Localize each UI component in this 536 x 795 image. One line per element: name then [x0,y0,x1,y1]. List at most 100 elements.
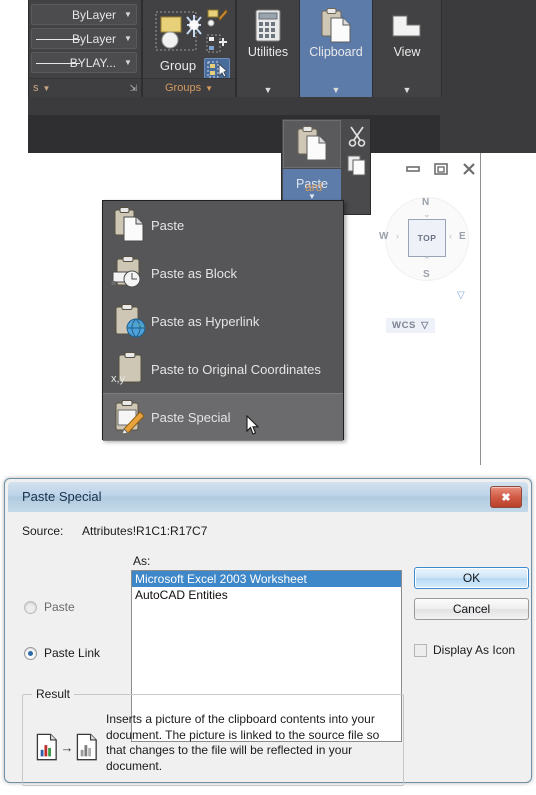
menu-item-paste[interactable]: Paste [103,201,343,249]
list-item[interactable]: Microsoft Excel 2003 Worksheet [132,571,401,587]
menu-item-paste-as-hyperlink[interactable]: Paste as Hyperlink [103,297,343,345]
cut-icon[interactable] [344,123,370,149]
add-to-group-icon[interactable] [204,32,230,56]
menu-item-label: Paste as Block [151,265,237,281]
drawing-tab-band [28,115,440,154]
clipboard-label: Clipboard [309,45,363,59]
chevron-down-icon[interactable]: ▼ [120,10,136,19]
viewcube[interactable]: TOP N S W E ⌄ ⌃ › ‹ ▽ [379,185,469,305]
menu-item-label: Paste [151,217,185,233]
svg-text:x,y: x,y [111,373,126,385]
display-as-icon-label: Display As Icon [433,643,516,657]
radio-paste-label: Paste [44,600,75,614]
properties-panel-title[interactable]: s ▼ ⇲ [29,78,141,97]
paste-to-original-coordinates-icon: x,y [107,349,151,389]
display-as-icon-checkbox-row[interactable]: Display As Icon [414,643,515,657]
close-icon[interactable]: ✖ [490,486,522,508]
ribbon-right-edge [440,0,536,115]
result-groupbox-legend: Result [32,687,75,701]
linetype-preview [36,39,80,40]
paste-button-icon[interactable] [283,120,341,168]
paste-dropdown-menu: Paste Paste as Block Paste as Hyperlink … [102,200,344,441]
viewcube-home-icon[interactable]: ▽ [457,290,465,301]
radio-paste[interactable]: Paste [24,600,75,614]
cancel-button[interactable]: Cancel [414,598,529,620]
copy-icon[interactable] [344,152,370,178]
view-label: View [393,45,421,59]
clipboard-panel[interactable]: Clipboard ▼ [299,0,373,97]
panel-expand-icon[interactable]: ⇲ [129,83,137,94]
group-button-label: Group [159,58,197,73]
restore-icon[interactable] [433,162,449,179]
viewcube-north-label[interactable]: N [422,197,429,208]
chevron-down-icon[interactable]: ▼ [43,84,51,93]
as-label: As: [133,554,151,568]
menu-item-paste-to-original-coordinates[interactable]: x,y Paste to Original Coordinates [103,345,343,393]
viewcube-west-label[interactable]: W [379,231,388,242]
utilities-panel[interactable]: Utilities ▼ [236,0,300,97]
menu-item-paste-special[interactable]: Paste Special [103,393,343,441]
list-item[interactable]: AutoCAD Entities [132,587,401,603]
chevron-down-icon[interactable]: ▼ [120,34,136,43]
ucs-label: WCS [392,320,416,331]
clipboard-panel-arrow-icon[interactable]: ▼ [300,85,372,95]
display-as-icon-checkbox[interactable] [414,643,427,657]
group-icon[interactable] [150,6,206,58]
viewcube-arrow-south-icon[interactable]: ⌃ [423,255,431,266]
viewcube-south-label[interactable]: S [423,269,430,280]
view-button[interactable]: View [373,6,441,66]
properties-panel: ByLayer ▼ ByLayer ▼ BYLAY... ▼ s ▼ ⇲ [28,0,142,97]
property-row-linetype[interactable]: ByLayer ▼ [31,28,137,49]
ok-button[interactable]: OK [414,567,529,589]
minimize-icon[interactable] [405,162,421,178]
group-panel-title[interactable]: Groups ▼ [143,78,235,97]
radio-paste-link-indicator[interactable] [24,646,37,660]
menu-item-label: Paste Special [151,409,231,425]
clipboard-icon [319,6,353,46]
radio-paste-link-label: Paste Link [44,646,101,660]
view-icon [390,6,424,46]
viewcube-arrow-west-icon[interactable]: › [396,231,399,241]
paste-special-dialog: Paste Special ✖ Source: Attributes!R1C1:… [4,478,532,786]
paste-special-icon [107,397,151,437]
viewcube-face[interactable]: TOP [408,219,446,257]
radio-paste-link[interactable]: Paste Link [24,646,100,660]
paste-icon [107,205,151,245]
viewcube-face-label: TOP [417,233,437,243]
chevron-down-icon[interactable]: ▽ [421,320,429,331]
source-label: Source: [22,524,64,538]
dialog-titlebar[interactable]: Paste Special ✖ [8,482,528,512]
lineweight-preview [36,63,80,64]
ucs-selector[interactable]: WCS ▽ [386,318,435,333]
drawing-tab-band-right [440,115,536,153]
chevron-down-icon[interactable]: ▼ [120,58,136,67]
ribbon: ByLayer ▼ ByLayer ▼ BYLAY... ▼ s ▼ ⇲ Gro… [0,0,536,115]
edit-group-icon[interactable] [204,6,230,30]
ribbon-left-edge [0,0,28,115]
view-panel-arrow-icon[interactable]: ▼ [373,85,441,95]
source-value: Attributes!R1C1:R17C7 [82,524,208,538]
utilities-panel-arrow-icon[interactable]: ▼ [237,85,299,95]
document-link-document-icon: → [36,730,98,764]
clipboard-button[interactable]: Clipboard [300,6,372,66]
paste-as-hyperlink-icon [107,301,151,341]
group-panel-title-label: Groups [165,82,202,94]
property-row-lineweight[interactable]: BYLAY... ▼ [31,52,137,73]
menu-item-paste-as-block[interactable]: Paste as Block [103,249,343,297]
view-panel[interactable]: View ▼ [372,0,442,97]
viewcube-arrow-east-icon[interactable]: ‹ [449,231,452,241]
radio-paste-indicator[interactable] [24,600,37,614]
menu-item-label: Paste as Hyperlink [151,313,260,329]
utilities-label: Utilities [247,45,289,59]
clipboard-panel-title-fragment: ard [305,180,323,194]
chevron-down-icon[interactable]: ▼ [205,84,213,93]
dialog-body: Source: Attributes!R1C1:R17C7 As: Paste … [8,512,529,786]
property-row-color[interactable]: ByLayer ▼ [31,4,137,25]
paste-as-block-icon [107,253,151,293]
close-icon[interactable] [461,162,477,179]
canvas-right-margin [481,153,536,465]
viewcube-arrow-north-icon[interactable]: ⌄ [423,209,431,220]
utilities-button[interactable]: Utilities [237,6,299,66]
mouse-cursor [246,414,260,435]
viewcube-east-label[interactable]: E [459,231,466,242]
